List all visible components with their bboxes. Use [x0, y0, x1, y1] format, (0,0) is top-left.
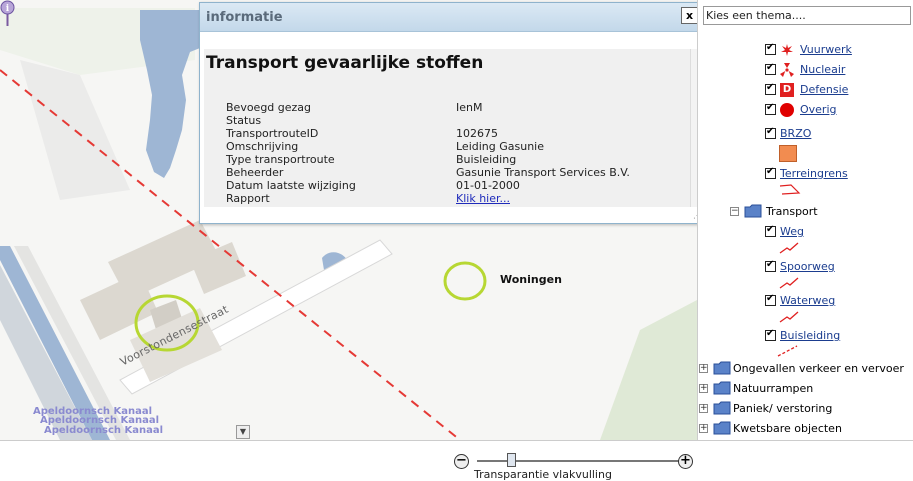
- layer-label[interactable]: Vuurwerk: [800, 43, 852, 56]
- property-value: IenM: [456, 101, 483, 114]
- layer-label[interactable]: Buisleiding: [780, 329, 840, 342]
- layer-label[interactable]: Spoorweg: [780, 260, 835, 273]
- report-link[interactable]: Klik hier...: [456, 192, 510, 205]
- layer-label[interactable]: Nucleair: [800, 63, 845, 76]
- folder-icon: [713, 401, 731, 415]
- property-row: Datum laatste wijziging 01-01-2000: [226, 179, 686, 192]
- expand-icon[interactable]: +: [699, 404, 708, 413]
- property-row: Beheerder Gasunie Transport Services B.V…: [226, 166, 686, 179]
- property-row: Status: [226, 114, 686, 127]
- property-value: Buisleiding: [456, 153, 517, 166]
- property-key: Beheerder: [226, 166, 284, 179]
- property-key: Status: [226, 114, 262, 127]
- folder-icon: [713, 381, 731, 395]
- property-key: Bevoegd gezag: [226, 101, 312, 114]
- folder-label[interactable]: Ongevallen verkeer en vervoer: [733, 362, 904, 375]
- layer-label[interactable]: Weg: [780, 225, 804, 238]
- property-value: Leiding Gasunie: [456, 140, 545, 153]
- layer-checkbox[interactable]: [765, 126, 776, 139]
- expand-icon[interactable]: +: [699, 424, 708, 433]
- property-key: TransportrouteID: [226, 127, 319, 140]
- waterway-legend-icon: [779, 311, 799, 323]
- folder-icon: [744, 204, 762, 218]
- layer-checkbox[interactable]: [765, 328, 776, 341]
- boundary-legend-icon: [779, 184, 801, 195]
- popup-titlebar[interactable]: informatie x: [200, 3, 705, 32]
- railway-legend-icon: [779, 277, 799, 289]
- property-row: Omschrijving Leiding Gasunie: [226, 140, 686, 153]
- zoom-in-button[interactable]: +: [678, 454, 693, 469]
- expand-icon[interactable]: +: [699, 384, 708, 393]
- popup-body: Transport gevaarlijke stoffen Bevoegd ge…: [204, 49, 690, 207]
- folder-label[interactable]: Kwetsbare objecten: [733, 422, 842, 435]
- nuclear-icon: [780, 63, 794, 77]
- property-row: TransportrouteID 102675: [226, 127, 686, 140]
- brzo-legend-swatch: [779, 145, 797, 162]
- layer-checkbox[interactable]: [765, 82, 776, 95]
- expand-icon[interactable]: +: [699, 364, 708, 373]
- folder-icon: [713, 421, 731, 435]
- transparency-slider-handle[interactable]: [507, 453, 516, 467]
- property-value: Gasunie Transport Services B.V.: [456, 166, 630, 179]
- zoom-out-button[interactable]: −: [454, 454, 469, 469]
- property-value: 01-01-2000: [456, 179, 520, 192]
- folder-label[interactable]: Natuurrampen: [733, 382, 813, 395]
- svg-text:i: i: [6, 4, 10, 14]
- layer-label[interactable]: Waterweg: [780, 294, 835, 307]
- layer-label[interactable]: Terreingrens: [780, 167, 848, 180]
- property-value: 102675: [456, 127, 498, 140]
- layer-label[interactable]: BRZO: [780, 127, 811, 140]
- defense-icon: D: [780, 83, 794, 97]
- layer-label[interactable]: Defensie: [800, 83, 848, 96]
- pipeline-legend-icon: [777, 345, 798, 357]
- property-key: Type transportroute: [226, 153, 335, 166]
- road-legend-icon: [779, 242, 799, 254]
- property-key: Rapport: [226, 192, 270, 205]
- collapse-icon[interactable]: −: [730, 207, 739, 216]
- property-key: Datum laatste wijziging: [226, 179, 356, 192]
- info-marker-icon[interactable]: i: [0, 0, 15, 26]
- woningen-label: Woningen: [500, 273, 562, 286]
- popup-heading: Transport gevaarlijke stoffen: [206, 53, 484, 73]
- map-dropdown-button[interactable]: ▼: [236, 425, 250, 439]
- firework-icon: [781, 44, 793, 56]
- other-icon: [780, 103, 794, 117]
- property-key: Omschrijving: [226, 140, 299, 153]
- layer-label[interactable]: Overig: [800, 103, 837, 116]
- layer-checkbox[interactable]: [765, 224, 776, 237]
- folder-label[interactable]: Transport: [766, 205, 818, 218]
- property-row: Bevoegd gezag IenM: [226, 101, 686, 114]
- property-row: Rapport Klik hier...: [226, 192, 686, 205]
- layer-checkbox[interactable]: [765, 62, 776, 75]
- layer-checkbox[interactable]: [765, 293, 776, 306]
- layer-checkbox[interactable]: [765, 42, 776, 55]
- property-row: Type transportroute Buisleiding: [226, 153, 686, 166]
- folder-icon: [713, 361, 731, 375]
- info-popup: informatie x Transport gevaarlijke stoff…: [199, 2, 706, 224]
- popup-title: informatie: [206, 10, 283, 25]
- theme-select[interactable]: Kies een thema....: [703, 6, 911, 25]
- layer-checkbox[interactable]: [765, 102, 776, 115]
- layer-checkbox[interactable]: [765, 259, 776, 272]
- folder-label[interactable]: Paniek/ verstoring: [733, 402, 832, 415]
- layer-checkbox[interactable]: [765, 166, 776, 179]
- canal-label: Apeldoornsch Kanaal: [44, 425, 164, 436]
- close-button[interactable]: x: [681, 7, 698, 24]
